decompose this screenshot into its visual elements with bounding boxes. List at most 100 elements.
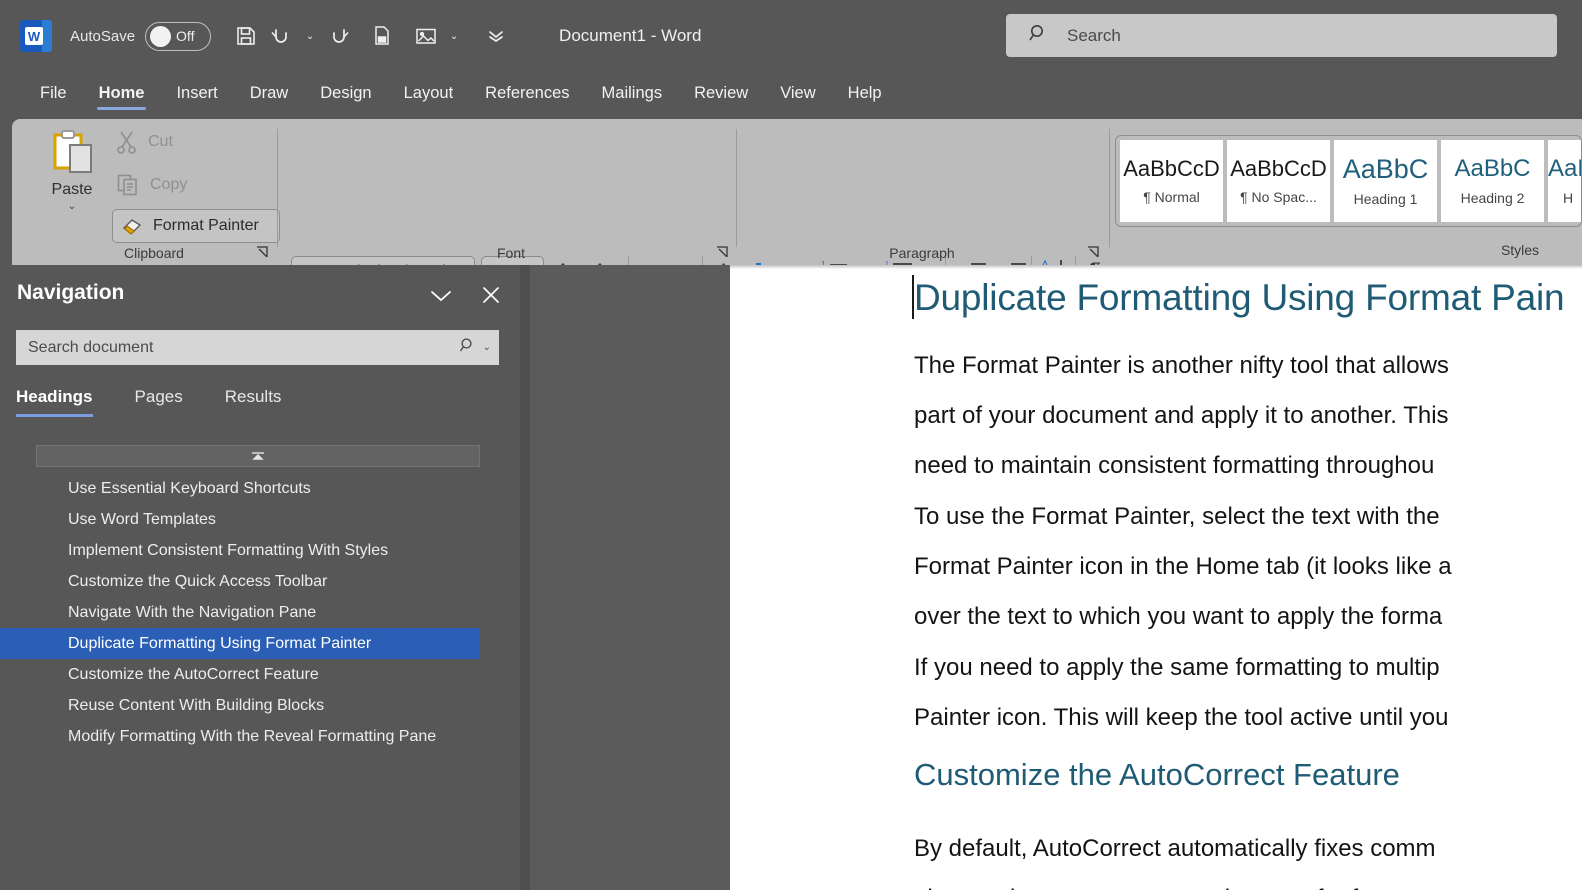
- tab-design[interactable]: Design: [304, 72, 387, 112]
- style-preview: AaBbCcD: [1227, 157, 1330, 181]
- nav-heading-item[interactable]: Navigate With the Navigation Pane: [0, 597, 520, 628]
- undo-dropdown-caret-icon[interactable]: ⌄: [301, 19, 319, 53]
- nav-tab-headings[interactable]: Headings: [16, 387, 93, 417]
- paragraph-dialog-launcher-icon[interactable]: [1086, 245, 1100, 259]
- paste-label: Paste: [52, 181, 93, 199]
- search-icon[interactable]: [459, 337, 476, 359]
- search-input[interactable]: Search: [1006, 14, 1557, 57]
- document-paragraph-line: over the text to which you want to apply…: [914, 592, 1442, 642]
- style-no-spacing[interactable]: AaBbCcD ¶ No Spac...: [1227, 140, 1330, 222]
- copy-button: Copy: [116, 173, 187, 197]
- autosave-state-label: Off: [176, 28, 194, 44]
- format-painter-button[interactable]: Format Painter: [112, 209, 280, 243]
- document-paragraph-line: If you need to apply the same formatting…: [914, 643, 1440, 693]
- customize-quick-access-toolbar-icon[interactable]: [479, 19, 513, 53]
- style-heading-3[interactable]: AaB H: [1548, 140, 1582, 222]
- ribbon-tab-bar: File Home Insert Draw Design Layout Refe…: [0, 72, 1582, 119]
- document-paragraph-line: Format Painter icon in the Home tab (it …: [914, 542, 1452, 592]
- tab-references[interactable]: References: [469, 72, 585, 112]
- chevron-down-icon[interactable]: [424, 281, 458, 311]
- word-logo-icon: W: [20, 20, 52, 52]
- navigation-tab-bar: Headings Pages Results: [16, 387, 281, 417]
- navigation-pane-title: Navigation: [17, 281, 124, 305]
- navigation-headings-list[interactable]: Use Essential Keyboard Shortcuts Use Wor…: [0, 473, 520, 752]
- nav-heading-item[interactable]: Customize the AutoCorrect Feature: [0, 659, 520, 690]
- autosave-label: AutoSave: [70, 28, 135, 45]
- redo-icon[interactable]: [321, 19, 355, 53]
- canvas-left-edge: [520, 265, 530, 890]
- tab-mailings[interactable]: Mailings: [586, 72, 679, 112]
- word-window: W AutoSave Off ⌄: [0, 0, 1582, 890]
- style-name: H: [1563, 190, 1573, 206]
- nav-heading-item[interactable]: Use Word Templates: [0, 504, 520, 535]
- document-paragraph-line: The Format Painter is another nifty tool…: [914, 341, 1449, 391]
- nav-heading-item[interactable]: Implement Consistent Formatting With Sty…: [0, 535, 520, 566]
- document-title: Document1 - Word: [559, 26, 701, 46]
- style-name: Heading 1: [1354, 191, 1418, 207]
- document-heading-2: Customize the AutoCorrect Feature: [914, 757, 1400, 793]
- document-paragraph-line: part of your document and apply it to an…: [914, 391, 1449, 441]
- tab-draw[interactable]: Draw: [234, 72, 305, 112]
- nav-heading-item[interactable]: Use Essential Keyboard Shortcuts: [0, 473, 520, 504]
- navigation-search-input[interactable]: Search document ⌄: [16, 330, 499, 365]
- tab-review[interactable]: Review: [678, 72, 764, 112]
- nav-heading-item[interactable]: Reuse Content With Building Blocks: [0, 690, 520, 721]
- page-top-shadow: [730, 265, 1582, 269]
- style-normal[interactable]: AaBbCcD ¶ Normal: [1120, 140, 1223, 222]
- group-label-clipboard: Clipboard: [34, 245, 274, 261]
- style-name: ¶ No Spac...: [1240, 189, 1317, 205]
- style-preview: AaBbC: [1334, 155, 1437, 185]
- nav-tab-results[interactable]: Results: [225, 387, 282, 417]
- nav-heading-item-selected[interactable]: Duplicate Formatting Using Format Painte…: [0, 628, 480, 659]
- scroll-up-icon[interactable]: [36, 445, 480, 467]
- styles-gallery[interactable]: AaBbCcD ¶ Normal AaBbCcD ¶ No Spac... Aa…: [1115, 135, 1582, 227]
- navigation-search-placeholder: Search document: [28, 339, 459, 357]
- style-heading-2[interactable]: AaBbC Heading 2: [1441, 140, 1544, 222]
- clipboard-dialog-launcher-icon[interactable]: [255, 245, 269, 259]
- autosave-toggle-knob: [150, 26, 171, 47]
- document-paragraph-line: Painter icon. This will keep the tool ac…: [914, 693, 1449, 743]
- style-preview: AaB: [1548, 156, 1582, 182]
- picture-dropdown-caret-icon[interactable]: ⌄: [445, 19, 463, 53]
- group-divider: [1109, 129, 1110, 247]
- nav-heading-item[interactable]: Customize the Quick Access Toolbar: [0, 566, 520, 597]
- style-preview: AaBbC: [1441, 156, 1544, 182]
- document-heading-1: Duplicate Formatting Using Format Pain: [914, 277, 1564, 319]
- style-name: Heading 2: [1461, 190, 1525, 206]
- nav-tab-pages[interactable]: Pages: [135, 387, 183, 417]
- quick-access-toolbar: ⌄ ⌄: [229, 19, 513, 53]
- style-name: ¶ Normal: [1143, 189, 1200, 205]
- group-divider: [736, 129, 737, 247]
- document-canvas: Duplicate Formatting Using Format Pain T…: [520, 265, 1582, 890]
- font-dialog-launcher-icon[interactable]: [715, 245, 729, 259]
- save-icon[interactable]: [229, 19, 263, 53]
- print-preview-icon[interactable]: [365, 19, 399, 53]
- autosave-toggle[interactable]: Off: [145, 22, 211, 51]
- search-icon: [1028, 23, 1049, 49]
- style-preview: AaBbCcD: [1120, 157, 1223, 181]
- tab-help[interactable]: Help: [832, 72, 898, 112]
- tab-home[interactable]: Home: [83, 72, 161, 112]
- group-label-font: Font: [291, 245, 731, 261]
- group-divider: [277, 129, 278, 247]
- document-paragraph-line: To use the Format Painter, select the te…: [914, 492, 1440, 542]
- tab-layout[interactable]: Layout: [388, 72, 470, 112]
- copy-label: Copy: [150, 176, 187, 194]
- group-label-paragraph: Paragraph: [752, 245, 1092, 261]
- cut-button: Cut: [116, 130, 173, 154]
- document-paragraph-line: need to maintain consistent formatting t…: [914, 441, 1434, 491]
- picture-icon[interactable]: [409, 19, 443, 53]
- close-icon[interactable]: [474, 279, 508, 311]
- document-paragraph-line: also use it to create custom shortcuts f…: [914, 874, 1433, 890]
- cut-label: Cut: [148, 133, 173, 151]
- style-heading-1[interactable]: AaBbC Heading 1: [1334, 140, 1437, 222]
- nav-heading-item[interactable]: Modify Formatting With the Reveal Format…: [0, 721, 520, 752]
- tab-insert[interactable]: Insert: [160, 72, 233, 112]
- tab-view[interactable]: View: [764, 72, 831, 112]
- paste-dropdown-caret-icon[interactable]: ⌄: [68, 201, 76, 212]
- search-placeholder: Search: [1067, 26, 1121, 46]
- navigation-search-caret-icon[interactable]: ⌄: [483, 342, 491, 353]
- undo-icon[interactable]: [265, 19, 299, 53]
- tab-file[interactable]: File: [24, 72, 83, 112]
- paste-button[interactable]: Paste ⌄: [34, 129, 110, 241]
